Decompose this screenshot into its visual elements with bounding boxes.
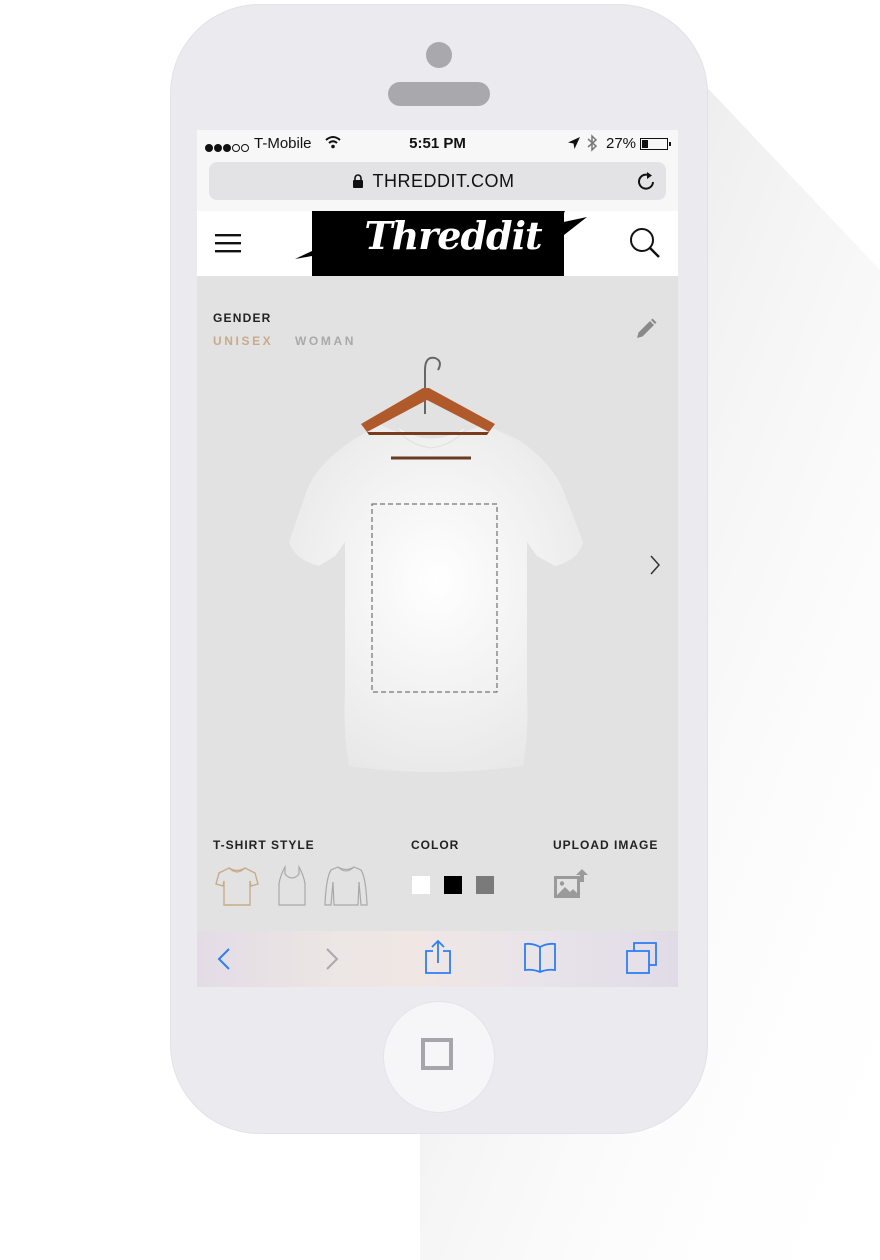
gender-option-unisex[interactable]: UNISEX <box>213 334 273 348</box>
earpiece-speaker <box>388 82 490 106</box>
location-arrow-icon <box>568 137 580 149</box>
color-label: COLOR <box>411 838 460 852</box>
tabs-overview-icon[interactable] <box>625 941 659 975</box>
share-icon[interactable] <box>424 939 452 975</box>
upload-image-label: UPLOAD IMAGE <box>553 838 659 852</box>
crew-neck-tee-icon[interactable] <box>215 864 259 908</box>
hamburger-menu-icon[interactable] <box>215 233 241 253</box>
logo-wordmark: Threddit <box>364 213 542 258</box>
tank-top-icon[interactable] <box>277 864 307 908</box>
upload-image-icon[interactable] <box>553 868 589 900</box>
threddit-logo[interactable]: Threddit <box>295 211 591 276</box>
gender-label: GENDER <box>213 311 272 325</box>
front-camera <box>426 42 452 68</box>
gender-option-woman[interactable]: WOMAN <box>295 334 356 348</box>
lock-icon <box>353 174 363 188</box>
tshirt-preview <box>289 356 583 772</box>
browser-address-area: THREDDIT.COM <box>197 158 678 211</box>
color-swatch-grey[interactable] <box>476 876 494 894</box>
address-bar[interactable]: THREDDIT.COM <box>209 162 666 200</box>
battery-level <box>642 140 648 148</box>
color-swatch-black[interactable] <box>444 876 462 894</box>
next-view-chevron-icon[interactable] <box>649 554 661 576</box>
pencil-edit-icon[interactable] <box>634 317 658 341</box>
color-swatch-white[interactable] <box>412 876 430 894</box>
url-text: THREDDIT.COM <box>372 171 515 191</box>
phone-screen: T-Mobile 5:51 PM 27% THREDDIT.COM Thredd… <box>197 130 678 987</box>
reload-icon[interactable] <box>637 170 657 192</box>
back-arrow-icon[interactable] <box>217 947 231 971</box>
forward-arrow-icon[interactable] <box>325 947 339 971</box>
home-button-icon <box>421 1038 453 1070</box>
battery-icon <box>640 138 668 150</box>
long-sleeve-icon[interactable] <box>323 864 369 908</box>
site-header: Threddit <box>197 211 678 276</box>
browser-toolbar <box>197 931 678 987</box>
battery-percentage: 27% <box>606 135 637 152</box>
battery-tip <box>669 142 671 146</box>
status-bar: T-Mobile 5:51 PM 27% <box>197 130 678 158</box>
bookmarks-book-icon[interactable] <box>523 942 557 974</box>
bluetooth-icon <box>587 134 598 152</box>
search-icon[interactable] <box>629 227 661 259</box>
tshirt-style-label: T-SHIRT STYLE <box>213 838 315 852</box>
